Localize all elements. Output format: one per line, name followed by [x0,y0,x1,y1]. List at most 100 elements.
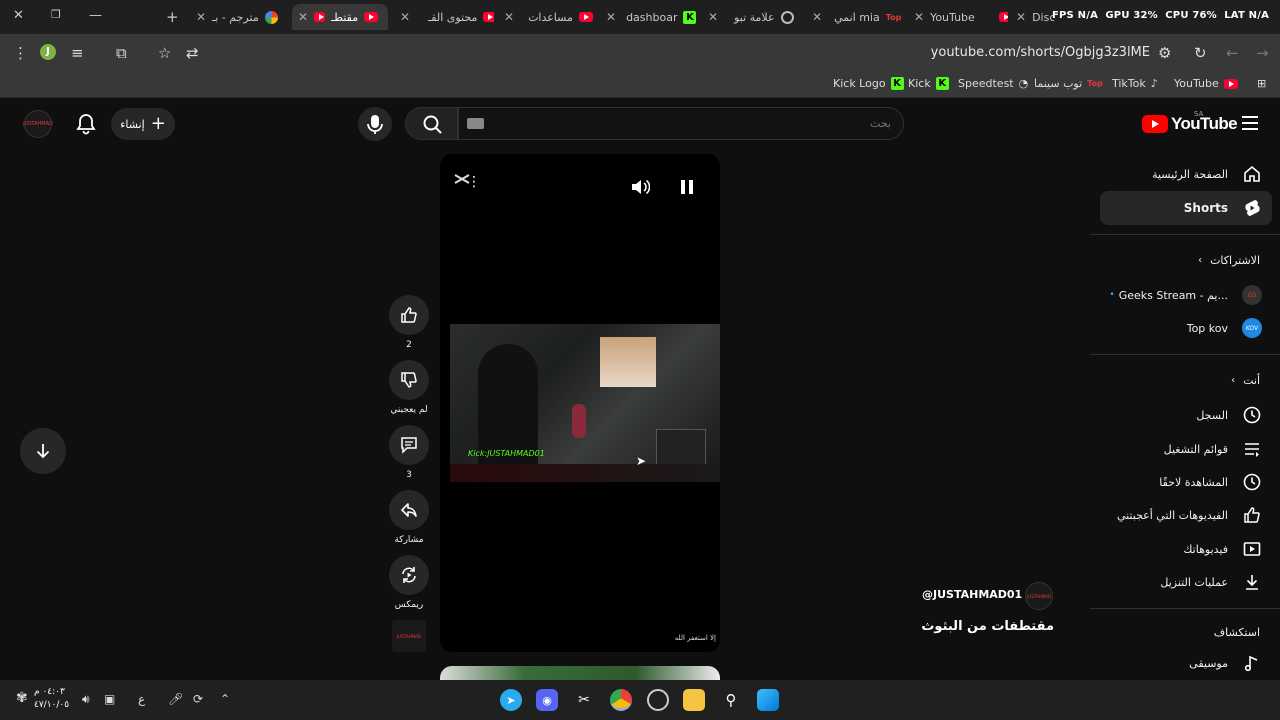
tab-anime[interactable]: ✕ انمي mia Top [806,4,906,30]
channel-handle[interactable]: @JUSTAHMAD01 [922,588,1022,601]
bookmark-star-icon[interactable]: ☆ [158,44,171,62]
forward-icon[interactable]: → [1256,44,1269,62]
youtube-logo[interactable]: YouTube SA [1142,110,1238,134]
speaker-icon[interactable]: 🔊︎ [82,692,90,707]
tab-close-icon[interactable]: ✕ [812,10,822,24]
tab-close-icon[interactable]: ✕ [504,10,514,24]
sync-icon[interactable]: ⟳ [193,692,203,706]
chevron-up-icon[interactable]: ⌃ [220,692,230,706]
share-icon [401,503,417,517]
start-icon[interactable] [757,689,779,711]
bookmark-youtube[interactable]: YouTube [1174,77,1238,90]
account-avatar[interactable]: JUSTAHMAD [23,110,53,138]
language-indicator[interactable]: ع [138,692,145,706]
sidebar-item-history[interactable]: السجل [1100,398,1272,432]
file-explorer-icon[interactable] [683,689,705,711]
sidebar-item-geeks-stream[interactable]: • Geeks Stream - يم... GS [1100,278,1272,312]
video-floor [450,464,720,482]
tab-dashboard[interactable]: ✕ dashboar K [600,4,696,30]
sidebar-item-playlists[interactable]: قوائم التشغيل [1100,432,1272,466]
sidebar-item-watch-later[interactable]: المشاهدة لاحقًا [1100,465,1272,499]
shorts-player[interactable]: ⋮ Kick:JUSTAHMAD01 ➤ إلا استغفر الله [440,154,720,652]
remix-button[interactable] [389,555,429,595]
new-tab-button[interactable]: + [160,4,185,30]
dislike-button[interactable] [389,360,429,400]
tab-close-icon[interactable]: ✕ [298,10,308,24]
bookmark-topcinema[interactable]: توب سينما Top [1034,77,1103,90]
heading-label: استكشاف [1213,626,1260,639]
system-clock[interactable]: ٠٤:٠٣ م ٤٧/١٠/٠٥ [34,686,69,712]
bookmark-kick[interactable]: Kick K [908,77,949,90]
tab-translate[interactable]: ✕ مترجم - بـ [190,4,286,30]
tab-discord[interactable]: ✕ Discor [1010,4,1054,30]
apps-grid-icon[interactable]: ⊞ [1257,77,1266,90]
logo-text: YouTube [1171,114,1238,133]
hamburger-menu-icon[interactable] [1242,116,1258,134]
bookmark-label: TikTok [1112,77,1146,90]
tab-bookmark[interactable]: ✕ علامة تبو [702,4,802,30]
tab-youtube[interactable]: ✕ YouTube [908,4,1008,30]
sidebar-item-your-videos[interactable]: فيديوهاتك [1100,532,1272,566]
network-icon[interactable]: ▣ [104,692,115,706]
address-bar[interactable]: youtube.com/shorts/Ogbjg3z3lME [780,45,1150,60]
tab-search-icon[interactable]: ≡ [71,44,84,62]
profile-avatar[interactable]: J [40,44,56,60]
telegram-icon[interactable]: ➤ [500,689,522,711]
tab-helps[interactable]: ✕ مساعدات [498,4,594,30]
tab-close-icon[interactable]: ✕ [1016,10,1026,24]
notifications-bell-icon[interactable] [76,113,96,139]
install-app-icon[interactable]: ⇄ [186,44,199,62]
weather-icon[interactable]: ✾ [16,690,28,706]
live-dot-icon: • [1109,290,1115,300]
sidebar-item-music[interactable]: موسيقى [1100,646,1272,680]
restore-window-icon[interactable]: ❐ [51,8,61,21]
sidebar-item-shorts[interactable]: Shorts [1100,191,1272,225]
arrow-down-icon [36,444,50,459]
discord-icon[interactable]: ◉ [536,689,558,711]
bookmark-speedtest[interactable]: Speedtest ◔ [958,77,1028,90]
sidebar-item-liked-videos[interactable]: الفيديوهات التي أعجبتني [1100,498,1272,532]
pause-icon[interactable] [680,179,694,199]
search-button[interactable] [405,107,458,140]
tab-active-shorts[interactable]: ✕ مقتطـ [292,4,388,30]
capcut-icon[interactable]: ✂ [573,689,595,711]
you-heading[interactable]: ‹ أنت [1231,374,1260,387]
sidebar-item-home[interactable]: الصفحة الرئيسية [1100,157,1272,191]
audio-channel-thumbnail[interactable]: JUSTAHMAD [392,620,426,652]
bookmark-kick-logo[interactable]: Kick Logo K [833,77,904,90]
tab-content[interactable]: ✕ محتوى القـ [394,4,494,30]
video-hud-panel [656,429,706,467]
next-video-button[interactable] [20,428,66,474]
channel-avatar[interactable]: JUSTAHMAD [1025,582,1053,610]
close-window-icon[interactable]: ✕ [13,8,24,23]
back-icon[interactable]: ← [1226,44,1239,62]
like-button[interactable] [389,295,429,335]
minimize-window-icon[interactable]: — [89,8,102,23]
voice-search-button[interactable] [358,107,392,141]
site-settings-icon[interactable]: ⚙ [1158,44,1171,62]
comments-button[interactable] [389,425,429,465]
tab-close-icon[interactable]: ✕ [196,10,206,24]
sidebar-item-top-kov[interactable]: Top kov KOV [1100,311,1272,345]
sidebar-item-downloads[interactable]: عمليات التنزيل [1100,565,1272,599]
share-button[interactable] [389,490,429,530]
menu-kebab-icon[interactable]: ⋮ [13,44,28,62]
subscriptions-heading[interactable]: ‹ الاشتراكات [1198,254,1260,267]
keyboard-icon[interactable] [467,118,484,129]
bookmarks-bar: Kick Logo K Kick K Speedtest ◔ توب سينما Top… [0,72,1280,98]
tab-close-icon[interactable]: ✕ [400,10,410,24]
search-input[interactable] [459,108,903,139]
chrome-icon[interactable] [610,689,632,711]
obs-icon[interactable] [647,689,669,711]
search-icon[interactable]: ⚲ [720,689,742,711]
tab-close-icon[interactable]: ✕ [914,10,924,24]
more-options-icon[interactable]: ⋮ [467,175,481,189]
tab-close-icon[interactable]: ✕ [708,10,718,24]
extensions-icon[interactable]: ⧉ [116,44,127,62]
create-button[interactable]: إنشاء + [111,108,175,140]
tab-close-icon[interactable]: ✕ [606,10,616,24]
bookmark-tiktok[interactable]: TikTok ♪ [1112,77,1158,90]
microphone-icon[interactable]: 🎤︎ [168,692,183,706]
reload-icon[interactable]: ↻ [1194,44,1207,62]
volume-icon[interactable] [630,178,651,200]
